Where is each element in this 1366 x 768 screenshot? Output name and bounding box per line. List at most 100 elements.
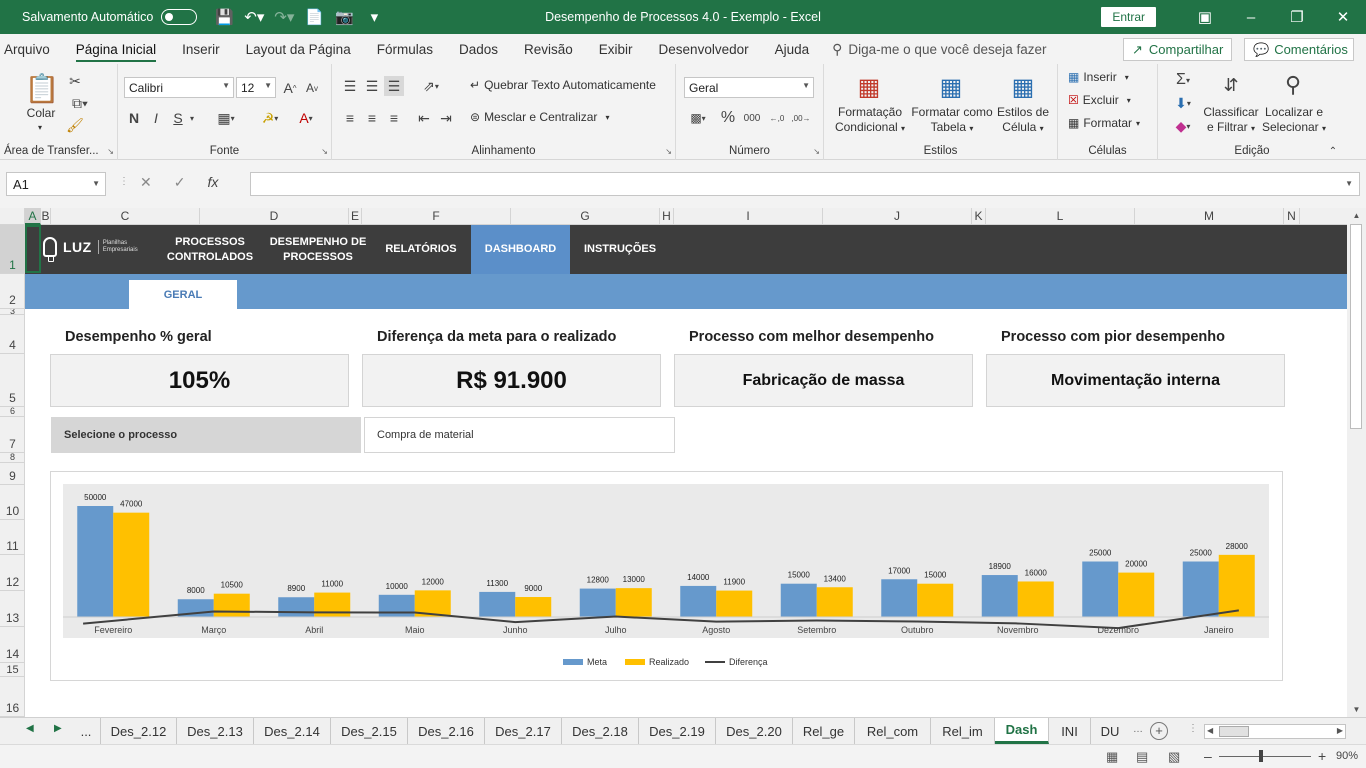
sheet-tab-more[interactable]: ... xyxy=(72,718,100,744)
sign-in-button[interactable]: Entrar xyxy=(1101,7,1156,27)
align-middle-icon[interactable]: ☰ xyxy=(362,76,382,96)
ribbon-display-icon[interactable]: ▣ xyxy=(1182,0,1228,34)
sort-filter-icon[interactable]: ⇵ xyxy=(1216,70,1246,100)
resize-handle-icon[interactable]: ⋮ xyxy=(119,176,129,187)
close-icon[interactable]: ✕ xyxy=(1320,0,1366,34)
column-header[interactable]: A xyxy=(25,208,41,225)
wrap-text-button[interactable]: ↵ Quebrar Texto Automaticamente xyxy=(470,78,656,92)
comma-style-icon[interactable]: 000 xyxy=(740,108,764,128)
process-selector[interactable]: Compra de material xyxy=(364,417,675,453)
font-launcher-icon[interactable]: ↘ xyxy=(321,147,328,156)
sheet-tab[interactable]: Rel_com xyxy=(855,718,931,744)
paste-button[interactable]: Colar xyxy=(18,106,64,121)
sheet-tab[interactable]: Des_2.18 xyxy=(562,718,639,744)
cut-icon[interactable]: ✂ xyxy=(66,72,84,90)
column-header[interactable]: C xyxy=(51,208,200,225)
row-header[interactable]: 2 xyxy=(0,274,25,309)
undo-icon[interactable]: ↶▾ xyxy=(239,2,269,32)
row-header[interactable]: 5 xyxy=(0,354,25,407)
align-center-icon[interactable]: ≡ xyxy=(362,108,382,128)
row-header[interactable]: 15 xyxy=(0,663,25,677)
page-break-icon[interactable]: ▧ xyxy=(1168,749,1180,765)
font-size-select[interactable]: 12 ▼ xyxy=(236,77,276,98)
collapse-ribbon-icon[interactable]: ⌃ xyxy=(1326,144,1340,158)
find-select-icon[interactable]: ⚲ xyxy=(1278,70,1308,100)
row-header[interactable]: 13 xyxy=(0,591,25,627)
nav-relatorios[interactable]: RELATÓRIOS xyxy=(375,225,467,274)
new-file-icon[interactable]: 📄 xyxy=(299,2,329,32)
column-header[interactable]: E xyxy=(349,208,362,225)
subtab-geral[interactable]: GERAL xyxy=(129,280,237,309)
zoom-in-icon[interactable]: + xyxy=(1318,748,1326,764)
fill-color-icon[interactable]: ☭ ▾ xyxy=(254,108,286,128)
add-sheet-icon[interactable]: + xyxy=(1150,722,1168,740)
column-header[interactable]: F xyxy=(362,208,511,225)
fill-icon[interactable]: ⬇ ▾ xyxy=(1168,93,1198,113)
cancel-icon[interactable]: ✕ xyxy=(140,174,152,191)
column-header[interactable]: K xyxy=(972,208,986,225)
sheet-tab[interactable]: Des_2.17 xyxy=(485,718,562,744)
format-painter-icon[interactable]: 🖌 xyxy=(66,116,84,134)
enter-icon[interactable]: ✓ xyxy=(174,174,186,191)
comments-button[interactable]: 💬 Comentários xyxy=(1244,38,1354,61)
borders-icon[interactable]: ▦ ▾ xyxy=(210,108,242,128)
zoom-slider[interactable] xyxy=(1219,756,1311,757)
bold-button[interactable]: N xyxy=(126,108,142,128)
tab-revisao[interactable]: Revisão xyxy=(511,34,586,64)
insert-cells-button[interactable]: ▦ Inserir ▾ xyxy=(1068,70,1129,84)
font-color-icon[interactable]: A ▾ xyxy=(290,108,322,128)
tab-formulas[interactable]: Fórmulas xyxy=(364,34,446,64)
select-all-corner[interactable] xyxy=(0,208,25,225)
column-header[interactable]: I xyxy=(674,208,823,225)
redo-icon[interactable]: ↷▾ xyxy=(269,2,299,32)
accounting-format-icon[interactable]: ▩ ▾ xyxy=(684,108,712,128)
merge-center-button[interactable]: ⊜ Mesclar e Centralizar ▾ xyxy=(470,110,609,124)
more-tabs-icon[interactable]: … xyxy=(1133,724,1143,735)
zoom-out-icon[interactable]: – xyxy=(1204,748,1212,764)
autosum-icon[interactable]: Σ ▾ xyxy=(1168,70,1198,90)
percent-style-icon[interactable]: % xyxy=(718,108,738,128)
sort-filter-button[interactable]: Classificar e Filtrar ▾ xyxy=(1200,105,1262,136)
orientation-icon[interactable]: ⇗ ▾ xyxy=(416,76,446,96)
delete-cells-button[interactable]: ☒ Excluir ▾ xyxy=(1068,93,1131,107)
column-header[interactable]: N xyxy=(1284,208,1300,225)
sheet-tab[interactable]: Des_2.16 xyxy=(408,718,485,744)
tell-me-search[interactable]: ⚲ Diga-me o que você deseja fazer xyxy=(832,41,1046,58)
sheet-tab-active[interactable]: Dash xyxy=(995,718,1049,744)
nav-processos-controlados[interactable]: PROCESSOS CONTROLADOS xyxy=(160,225,260,274)
sheet-tab[interactable]: Des_2.19 xyxy=(639,718,716,744)
chart-area[interactable]: 50000 47000 Fevereiro 8000 10500 Março 8900 110… xyxy=(50,471,1283,681)
column-header[interactable]: D xyxy=(200,208,349,225)
clear-icon[interactable]: ◆ ▾ xyxy=(1168,116,1198,136)
sheet-tab[interactable]: Rel_ge xyxy=(793,718,855,744)
row-header[interactable]: 4 xyxy=(0,315,25,354)
underline-button[interactable]: S xyxy=(170,108,186,128)
sheet-tab[interactable]: Des_2.20 xyxy=(716,718,793,744)
paste-icon[interactable]: 📋 xyxy=(24,70,60,106)
conditional-formatting-button[interactable]: Formatação Condicional ▾ xyxy=(830,105,910,136)
column-header[interactable]: G xyxy=(511,208,660,225)
format-as-table-button[interactable]: Formatar como Tabela ▾ xyxy=(908,105,996,136)
row-header[interactable]: 11 xyxy=(0,520,25,555)
restore-icon[interactable]: ❐ xyxy=(1274,0,1320,34)
split-handle-icon[interactable]: ⋮ xyxy=(1188,723,1198,734)
row-header[interactable]: 10 xyxy=(0,485,25,520)
scroll-right-icon[interactable]: ▶ xyxy=(1337,726,1343,735)
formula-input[interactable]: ▼ xyxy=(250,172,1360,196)
save-icon[interactable]: 💾 xyxy=(209,2,239,32)
horizontal-scroll-thumb[interactable] xyxy=(1219,726,1249,737)
insert-function-icon[interactable]: fx xyxy=(207,174,218,191)
column-header[interactable]: J xyxy=(823,208,972,225)
number-format-select[interactable]: Geral ▼ xyxy=(684,77,814,98)
tab-arquivo[interactable]: Arquivo xyxy=(0,34,63,64)
row-header[interactable]: 1 xyxy=(0,225,25,274)
sheet-tab[interactable]: Des_2.13 xyxy=(177,718,254,744)
sheet-tab[interactable]: DU xyxy=(1091,718,1129,744)
sheet-tab[interactable]: Des_2.14 xyxy=(254,718,331,744)
column-header[interactable]: B xyxy=(41,208,51,225)
nav-dashboard[interactable]: DASHBOARD xyxy=(471,225,570,274)
tab-inserir[interactable]: Inserir xyxy=(169,34,233,64)
tab-scroll-left-icon[interactable]: ◀ xyxy=(26,723,34,734)
alignment-launcher-icon[interactable]: ↘ xyxy=(665,147,672,156)
row-header[interactable]: 9 xyxy=(0,463,25,485)
